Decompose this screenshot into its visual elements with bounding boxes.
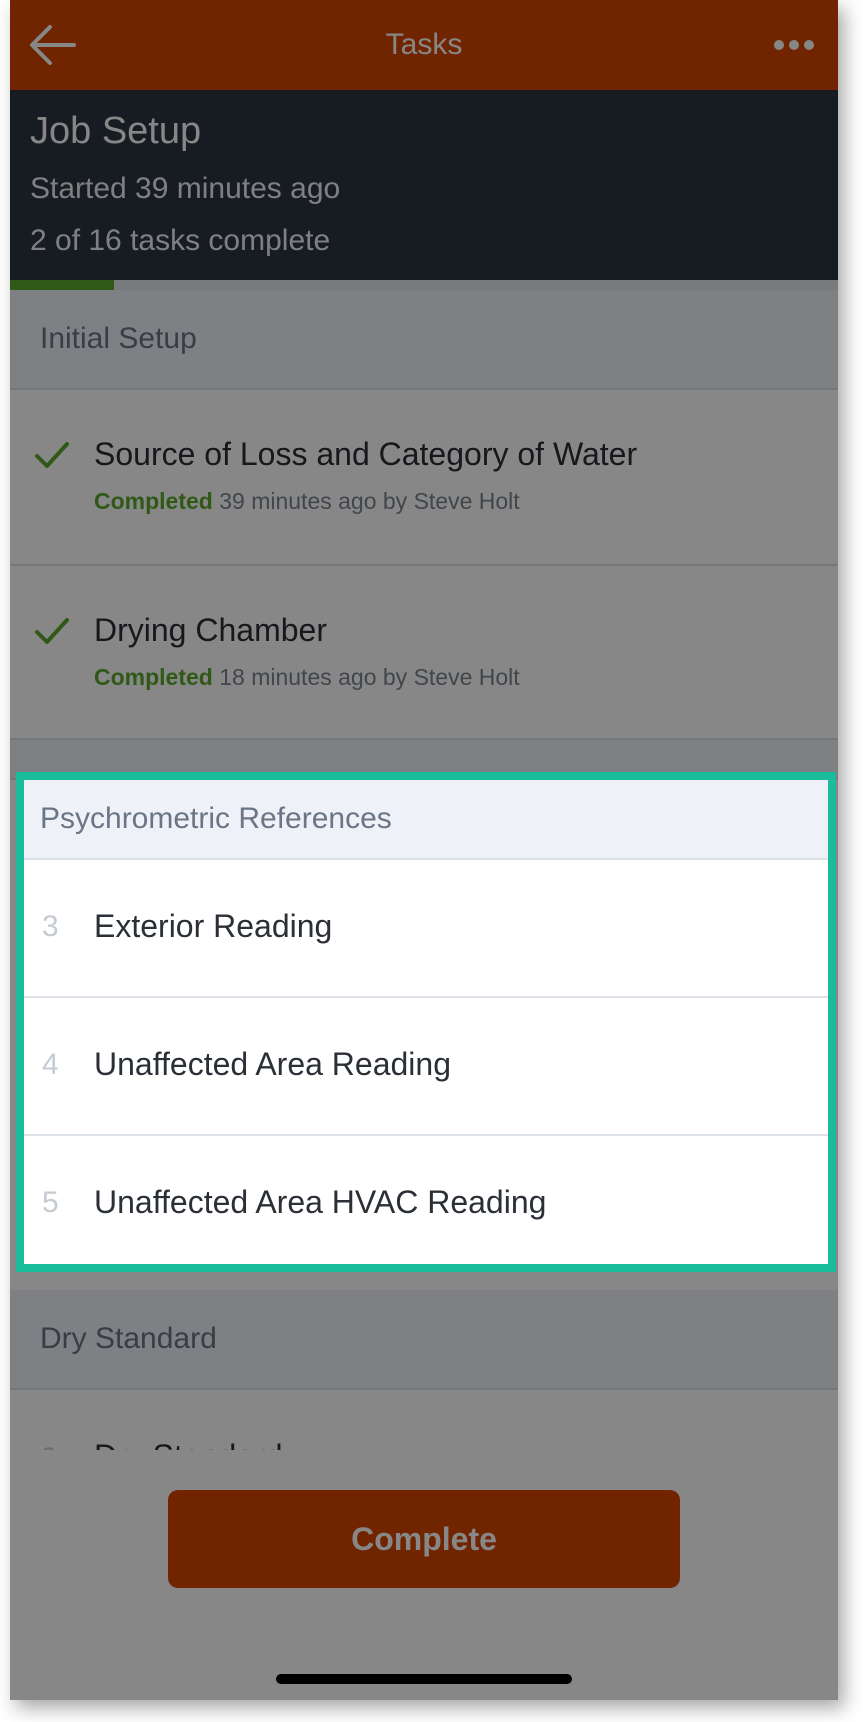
back-arrow-icon[interactable] (28, 22, 78, 68)
checkmark-icon (35, 618, 69, 644)
completion-detail: 18 minutes ago by Steve Holt (212, 664, 520, 690)
nav-title: Tasks (385, 28, 463, 61)
checkmark-icon (35, 442, 69, 468)
task-name: Unaffected Area HVAC Reading (94, 1184, 547, 1220)
section-header-psychrometric-references: Psychrometric References (24, 780, 828, 860)
home-indicator (276, 1674, 572, 1684)
job-started-text: Started 39 minutes ago (30, 172, 341, 205)
psychrometric-references-section: Psychrometric References 3 Exterior Read… (24, 780, 828, 1264)
task-row-unaffected-area-reading[interactable]: 4 Unaffected Area Reading (24, 998, 828, 1136)
task-completion-info: Completed 39 minutes ago by Steve Holt (94, 488, 520, 515)
progress-bar-fill (10, 280, 114, 290)
section-title: Initial Setup (40, 322, 197, 355)
section-header-dry-standard: Dry Standard (10, 1290, 838, 1390)
task-row-unaffected-area-hvac-reading[interactable]: 5 Unaffected Area HVAC Reading (24, 1136, 828, 1264)
task-name: Unaffected Area Reading (94, 1046, 451, 1082)
completed-label: Completed (94, 488, 213, 514)
section-header-initial-setup: Initial Setup (10, 290, 838, 390)
task-name: Exterior Reading (94, 908, 333, 944)
footer-bar: Complete (10, 1450, 838, 1700)
task-name: Drying Chamber (94, 612, 327, 648)
complete-button[interactable]: Complete (168, 1490, 680, 1588)
task-number: 3 (42, 910, 59, 943)
more-options-icon[interactable] (772, 32, 816, 58)
completion-detail: 39 minutes ago by Steve Holt (212, 488, 520, 514)
section-title: Dry Standard (40, 1322, 217, 1355)
task-number: 4 (42, 1048, 59, 1081)
job-header: Job Setup Started 39 minutes ago 2 of 16… (10, 90, 838, 280)
job-progress-text: 2 of 16 tasks complete (30, 224, 331, 257)
section-title: Psychrometric References (40, 802, 392, 835)
task-number: 5 (42, 1186, 59, 1219)
task-name: Source of Loss and Category of Water (94, 436, 638, 472)
task-completion-info: Completed 18 minutes ago by Steve Holt (94, 664, 520, 691)
task-row-drying-chamber[interactable]: Drying Chamber Completed 18 minutes ago … (10, 566, 838, 740)
section-header-gap (10, 740, 838, 780)
task-row-exterior-reading[interactable]: 3 Exterior Reading (24, 860, 828, 998)
job-title: Job Setup (30, 110, 202, 152)
nav-bar: Tasks (10, 0, 838, 90)
task-row-source-of-loss[interactable]: Source of Loss and Category of Water Com… (10, 390, 838, 566)
completed-label: Completed (94, 664, 213, 690)
progress-bar (10, 280, 838, 290)
